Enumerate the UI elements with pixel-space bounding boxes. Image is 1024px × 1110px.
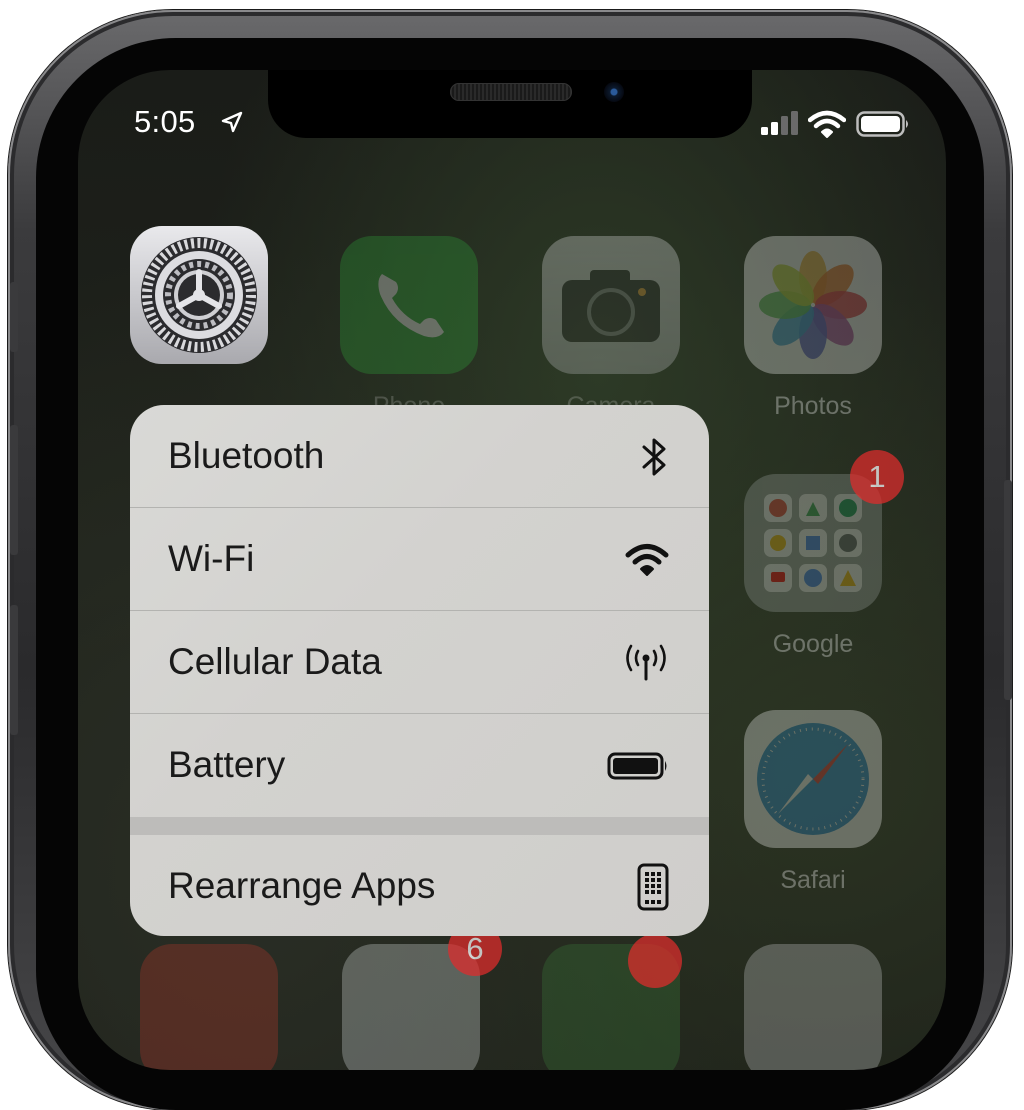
menu-item-label: Rearrange Apps bbox=[168, 865, 436, 906]
bluetooth-icon bbox=[642, 438, 666, 476]
battery-icon bbox=[607, 752, 667, 780]
notch bbox=[268, 70, 752, 138]
cellular-antenna-icon bbox=[626, 644, 666, 681]
volume-down-button bbox=[10, 605, 18, 735]
photos-icon bbox=[759, 251, 867, 359]
bottom-app-icon-4[interactable] bbox=[744, 944, 882, 1070]
location-arrow-icon bbox=[221, 111, 243, 133]
wifi-icon bbox=[808, 110, 846, 138]
safari-compass-icon bbox=[757, 723, 869, 835]
safari-app-icon[interactable] bbox=[744, 710, 882, 848]
menu-item-label: Battery bbox=[168, 744, 286, 785]
phone-icon bbox=[378, 274, 444, 338]
menu-item-label: Wi-Fi bbox=[168, 538, 255, 579]
photos-app-label: Photos bbox=[774, 392, 852, 420]
menu-item-bluetooth[interactable]: Bluetooth bbox=[130, 405, 709, 507]
menu-item-wifi[interactable]: Wi-Fi bbox=[130, 508, 709, 610]
safari-app-label: Safari bbox=[780, 866, 846, 894]
settings-quick-actions-menu: Bluetooth Wi-Fi Cellular Data Battery Re… bbox=[130, 405, 709, 936]
camera-app-icon[interactable] bbox=[542, 236, 680, 374]
menu-item-label: Bluetooth bbox=[168, 435, 325, 476]
menu-section-separator bbox=[130, 817, 709, 835]
google-folder-badge: 1 bbox=[850, 450, 904, 504]
menu-item-label: Cellular Data bbox=[168, 641, 382, 682]
wifi-icon bbox=[625, 544, 669, 576]
speaker-grille bbox=[450, 83, 572, 101]
front-camera bbox=[604, 82, 624, 102]
menu-item-cellular-data[interactable]: Cellular Data bbox=[130, 611, 709, 713]
camera-icon bbox=[562, 270, 660, 342]
photos-app-icon[interactable] bbox=[744, 236, 882, 374]
bottom-app-badge-2 bbox=[628, 934, 682, 988]
power-button bbox=[1004, 480, 1012, 700]
settings-app-icon[interactable] bbox=[130, 226, 268, 364]
google-folder-label: Google bbox=[772, 630, 854, 658]
battery-icon bbox=[856, 111, 908, 137]
menu-item-battery[interactable]: Battery bbox=[130, 714, 709, 816]
volume-up-button bbox=[10, 425, 18, 555]
menu-item-rearrange-apps[interactable]: Rearrange Apps bbox=[130, 835, 709, 936]
status-time: 5:05 bbox=[134, 104, 196, 139]
rearrange-apps-icon bbox=[637, 863, 669, 911]
silent-switch bbox=[10, 282, 18, 352]
settings-gear-icon bbox=[141, 237, 257, 353]
phone-app-icon[interactable] bbox=[340, 236, 478, 374]
bottom-app-icon-1[interactable] bbox=[140, 944, 278, 1070]
signal-icon bbox=[761, 111, 798, 135]
